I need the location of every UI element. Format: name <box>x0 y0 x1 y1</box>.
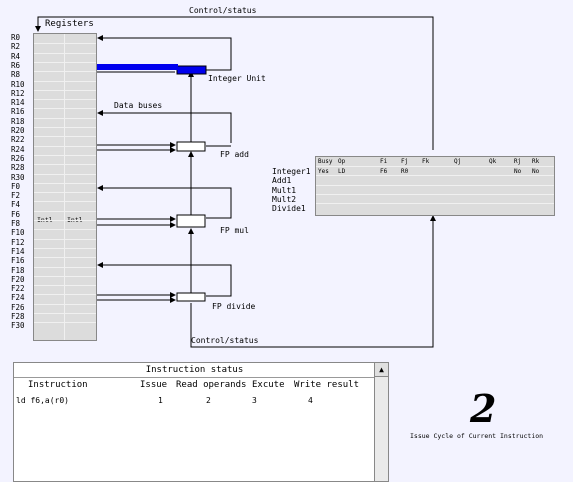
fu-header-fk: Fk <box>422 158 430 165</box>
row-instruction: ld f6,a(r0) <box>16 396 69 405</box>
control-status-top-label: Control/status <box>189 6 257 15</box>
register-label: F10 <box>11 228 25 238</box>
register-label: F14 <box>11 246 25 256</box>
row-write: 4 <box>308 396 313 405</box>
header-write-result: Write result <box>294 380 360 390</box>
header-execute: Excute <box>252 380 285 390</box>
fu-cell-rk: No <box>532 168 540 175</box>
register-label: F8 <box>11 219 21 228</box>
cycle-caption: Issue Cycle of Current Instruction <box>410 432 544 440</box>
fu-cell-rj: No <box>514 168 522 175</box>
control-status-bottom-label: Control/status <box>191 336 259 345</box>
active-data-bus <box>96 64 178 70</box>
fu-header-rk: Rk <box>532 158 540 165</box>
register-label: F12 <box>11 237 25 247</box>
fu-cell-busy: Yes <box>318 168 329 175</box>
register-file: Intl Intl <box>33 33 97 341</box>
instruction-status-panel: Instruction status Instruction Issue Rea… <box>13 362 376 482</box>
register-label: R26 <box>11 153 25 163</box>
fu-row-name: Integer1 <box>272 167 311 176</box>
register-label: F18 <box>11 265 25 275</box>
fp-divide-label: FP divide <box>212 302 256 311</box>
registers-title: Registers <box>45 19 94 29</box>
register-label: R12 <box>11 88 25 98</box>
register-label: R4 <box>11 51 21 61</box>
fp-divide-box <box>176 292 206 302</box>
register-label: F0 <box>11 181 21 191</box>
fu-header-fi: Fi <box>380 158 388 165</box>
register-label: F26 <box>11 302 25 312</box>
fp-mul-label: FP mul <box>220 226 249 235</box>
instruction-status-title: Instruction status <box>14 363 375 378</box>
fu-row-name: Divide1 <box>272 204 306 214</box>
register-label: F28 <box>11 312 25 321</box>
register-label: R10 <box>11 79 25 89</box>
register-label: F24 <box>11 293 25 303</box>
fu-row-name: Add1 <box>272 176 292 186</box>
functional-unit-status-table: Busy Op Fi Fj Fk Qj Qk Rj Rk Yes LD F6 R0 No… <box>315 156 555 216</box>
register-label: F16 <box>11 256 25 266</box>
fp-add-box <box>176 141 206 152</box>
register-label: F20 <box>11 274 25 284</box>
register-label: R22 <box>11 135 25 145</box>
register-label: R24 <box>11 144 25 154</box>
register-label: R30 <box>11 172 25 182</box>
row-issue: 1 <box>158 396 163 405</box>
register-label: R8 <box>11 70 21 80</box>
fu-header-qj: Qj <box>454 158 462 165</box>
header-read-operands: Read operands <box>176 380 247 390</box>
register-label: R28 <box>11 163 25 173</box>
fp-mul-box <box>176 214 206 228</box>
fu-cell-op: LD <box>338 168 346 175</box>
fp-add-label: FP add <box>220 150 249 159</box>
register-label: F6 <box>11 209 21 219</box>
fu-header-busy: Busy <box>318 158 333 165</box>
fu-header-fj: Fj <box>401 158 409 165</box>
scroll-up-icon[interactable]: ▲ <box>375 363 388 377</box>
header-instruction: Instruction <box>28 380 88 390</box>
fu-row-name: Mult2 <box>272 194 297 204</box>
header-issue: Issue <box>140 380 168 390</box>
register-label: R2 <box>11 42 21 52</box>
data-bus-line <box>97 110 232 143</box>
fu-cell-fi: F6 <box>380 168 388 175</box>
register-label: R18 <box>11 116 25 126</box>
register-label: R0 <box>11 33 21 42</box>
fu-header-rj: Rj <box>514 158 522 165</box>
control-status-top-line <box>35 16 434 150</box>
row-read: 2 <box>206 396 211 405</box>
register-label: R16 <box>11 107 25 117</box>
row-execute: 3 <box>252 396 257 405</box>
fu-row-name: Mult1 <box>272 185 297 195</box>
register-label: F4 <box>11 200 21 210</box>
fu-cell-fj: R0 <box>401 168 409 175</box>
control-status-bottom-line <box>190 215 436 348</box>
fu-header-qk: Qk <box>489 158 497 165</box>
integer-unit-box <box>176 65 207 75</box>
fu-header-op: Op <box>338 158 346 165</box>
data-buses-label: Data buses <box>114 101 163 110</box>
register-label: F2 <box>11 191 21 201</box>
register-label: R14 <box>11 98 25 108</box>
instruction-scrollbar[interactable]: ▲ <box>374 362 389 482</box>
integer-unit-label: Integer Unit <box>208 74 266 83</box>
register-label: F22 <box>11 284 25 294</box>
register-label: R20 <box>11 126 25 135</box>
register-label: F30 <box>11 321 25 331</box>
register-label: R6 <box>11 60 21 70</box>
cycle-number: 2 <box>470 386 497 431</box>
